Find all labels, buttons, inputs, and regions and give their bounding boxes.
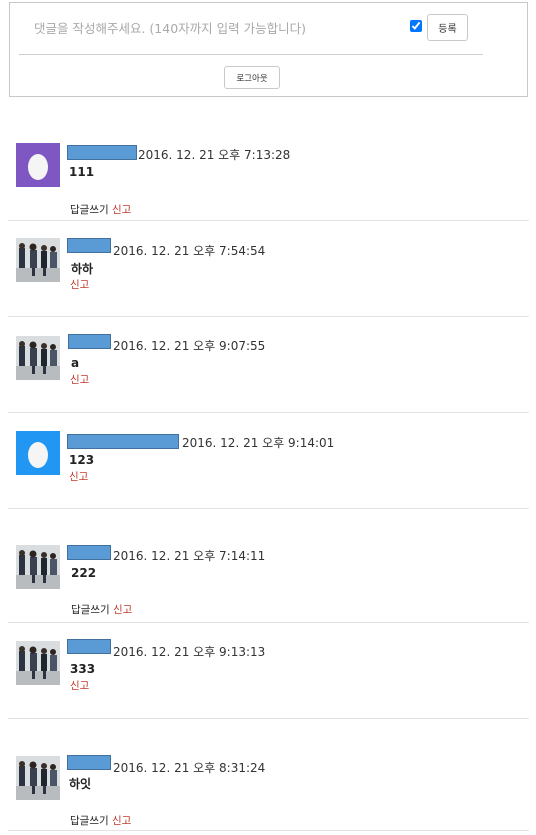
comment-timestamp: 2016. 12. 21 오후 8:31:24 bbox=[113, 761, 266, 775]
report-link[interactable]: 신고 bbox=[70, 678, 89, 693]
username-redacted[interactable] bbox=[67, 639, 111, 654]
comment-item: 2016. 12. 21 오후 7:14:11 222 답글쓰기 신고 bbox=[8, 509, 529, 623]
report-link[interactable]: 신고 bbox=[69, 469, 88, 484]
avatar-egg-icon[interactable] bbox=[16, 143, 60, 187]
comment-text: 111 bbox=[69, 165, 95, 179]
comment-text: 123 bbox=[69, 453, 95, 467]
comment-text: 222 bbox=[71, 566, 97, 580]
comment-timestamp: 2016. 12. 21 오후 9:07:55 bbox=[113, 339, 266, 353]
comment-timestamp: 2016. 12. 21 오후 7:13:28 bbox=[138, 148, 291, 162]
comment-item: 2016. 12. 21 오후 9:13:13 333 신고 bbox=[8, 623, 529, 719]
comment-compose-box: 등록 로그아웃 bbox=[9, 2, 528, 97]
comment-actions: 답글쓰기 신고 bbox=[70, 202, 131, 217]
reply-link[interactable]: 답글쓰기 bbox=[70, 815, 109, 827]
submit-button[interactable]: 등록 bbox=[427, 14, 468, 41]
comment-item: 2016. 12. 21 오후 9:07:55 a 신고 bbox=[8, 317, 529, 413]
report-link[interactable]: 신고 bbox=[70, 372, 89, 387]
reply-link[interactable]: 답글쓰기 bbox=[71, 604, 110, 616]
username-redacted[interactable] bbox=[67, 238, 111, 253]
divider bbox=[19, 54, 483, 55]
comment-text: 333 bbox=[70, 662, 96, 676]
username-redacted[interactable] bbox=[67, 545, 111, 560]
avatar-photo[interactable] bbox=[16, 238, 60, 282]
comment-text: 하잇 bbox=[69, 777, 92, 791]
comment-timestamp: 2016. 12. 21 오후 7:14:11 bbox=[113, 549, 266, 563]
comment-text: a bbox=[71, 356, 80, 370]
avatar-photo[interactable] bbox=[16, 545, 60, 589]
comment-actions: 답글쓰기 신고 bbox=[71, 602, 132, 617]
avatar-egg-icon[interactable] bbox=[16, 431, 60, 475]
avatar-photo[interactable] bbox=[16, 336, 60, 380]
comment-item: 2016. 12. 21 오후 9:14:01 123 신고 bbox=[8, 413, 529, 509]
report-link[interactable]: 신고 bbox=[112, 204, 131, 216]
username-redacted[interactable] bbox=[68, 334, 111, 349]
comment-item: 2016. 12. 21 오후 8:31:24 하잇 답글쓰기 신고 bbox=[8, 719, 529, 831]
comment-item: 2016. 12. 21 오후 7:13:28 111 답글쓰기 신고 bbox=[8, 130, 529, 221]
comment-timestamp: 2016. 12. 21 오후 9:13:13 bbox=[113, 645, 266, 659]
avatar-photo[interactable] bbox=[16, 641, 60, 685]
comment-input[interactable] bbox=[34, 17, 394, 39]
comment-item: 2016. 12. 21 오후 7:54:54 하하 신고 bbox=[8, 221, 529, 317]
username-redacted[interactable] bbox=[67, 145, 137, 160]
comment-actions: 답글쓰기 신고 bbox=[70, 813, 131, 828]
report-link[interactable]: 신고 bbox=[70, 277, 89, 292]
reply-link[interactable]: 답글쓰기 bbox=[70, 204, 109, 216]
avatar-photo[interactable] bbox=[16, 756, 60, 800]
comment-text: 하하 bbox=[71, 262, 94, 276]
secret-checkbox[interactable] bbox=[410, 20, 422, 32]
comment-timestamp: 2016. 12. 21 오후 9:14:01 bbox=[182, 436, 335, 450]
username-redacted[interactable] bbox=[67, 755, 111, 770]
report-link[interactable]: 신고 bbox=[113, 604, 132, 616]
username-redacted[interactable] bbox=[67, 434, 179, 449]
report-link[interactable]: 신고 bbox=[112, 815, 131, 827]
logout-button[interactable]: 로그아웃 bbox=[224, 66, 280, 89]
comment-timestamp: 2016. 12. 21 오후 7:54:54 bbox=[113, 244, 266, 258]
